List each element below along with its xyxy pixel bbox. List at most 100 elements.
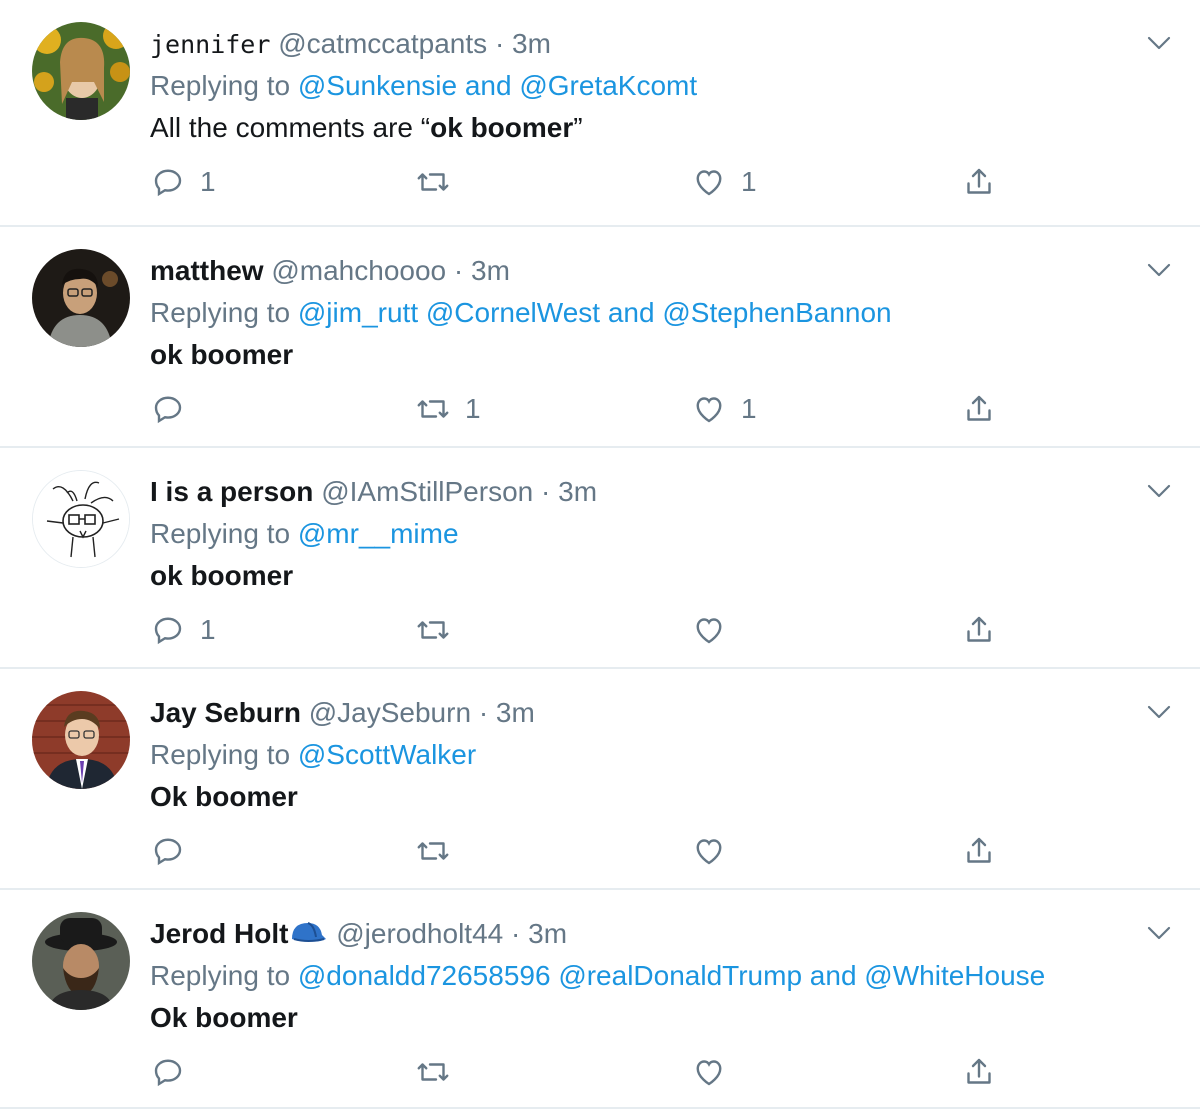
- reply-button[interactable]: [150, 389, 200, 429]
- chevron-down-icon[interactable]: [1146, 482, 1172, 500]
- mention-link[interactable]: @jim_rutt: [298, 297, 418, 328]
- chevron-down-icon[interactable]: [1146, 34, 1172, 52]
- display-name[interactable]: Jay Seburn: [150, 697, 301, 728]
- avatar[interactable]: [32, 470, 130, 568]
- tweet-feed: jennifer @catmccatpants · 3m Replying to…: [0, 0, 1200, 1114]
- reply-button[interactable]: [150, 831, 200, 871]
- replying-to-line: Replying to @mr__mime: [150, 516, 459, 552]
- reply-count: 1: [200, 614, 216, 645]
- like-count: 1: [741, 393, 757, 424]
- reply-icon: [154, 169, 182, 197]
- tweet-text: ok boomer: [150, 558, 293, 594]
- mention-link[interactable]: @WhiteHouse: [864, 960, 1045, 991]
- tweet[interactable]: jennifer @catmccatpants · 3m Replying to…: [0, 0, 1200, 225]
- user-handle[interactable]: @jerodholt44: [336, 918, 503, 949]
- like-button[interactable]: 1: [691, 389, 757, 429]
- user-handle[interactable]: @catmccatpants: [278, 28, 487, 59]
- share-icon: [967, 395, 991, 421]
- like-button[interactable]: [691, 1052, 741, 1092]
- timestamp[interactable]: 3m: [558, 476, 597, 507]
- display-name[interactable]: matthew: [150, 255, 264, 286]
- tweet-actions: [150, 1052, 1050, 1092]
- share-icon: [967, 1058, 991, 1084]
- tweet[interactable]: Jay Seburn @JaySeburn · 3m Replying to @…: [0, 667, 1200, 888]
- share-button[interactable]: [961, 389, 997, 429]
- like-button[interactable]: 1: [691, 162, 757, 202]
- user-handle[interactable]: @IAmStillPerson: [321, 476, 533, 507]
- share-button[interactable]: [961, 610, 997, 650]
- tweet[interactable]: matthew @mahchoooo · 3m Replying to @jim…: [0, 225, 1200, 446]
- retweet-icon: [417, 842, 449, 860]
- replying-to-line: Replying to @Sunkensie and @GretaKcomt: [150, 68, 697, 104]
- avatar[interactable]: [32, 912, 130, 1010]
- avatar-photo-icon: [32, 22, 130, 120]
- separator: ·: [478, 697, 489, 728]
- tweet[interactable]: I is a person @IAmStillPerson · 3m Reply…: [0, 446, 1200, 667]
- retweet-button[interactable]: [415, 1052, 465, 1092]
- avatar-photo-icon: [32, 249, 130, 347]
- share-button[interactable]: [961, 162, 997, 202]
- tweet-actions: 1: [150, 610, 1050, 650]
- separator: ·: [453, 255, 464, 286]
- retweet-button[interactable]: [415, 610, 465, 650]
- chevron-down-icon[interactable]: [1146, 261, 1172, 279]
- heart-icon: [696, 839, 722, 865]
- tweet-text-bold: ok boomer: [430, 112, 574, 143]
- heart-icon: [696, 618, 722, 644]
- tweet-header: I is a person @IAmStillPerson · 3m: [150, 474, 597, 510]
- retweet-button[interactable]: 1: [415, 389, 481, 429]
- mention-link[interactable]: @CornelWest: [426, 297, 600, 328]
- avatar[interactable]: [32, 249, 130, 347]
- reply-button[interactable]: 1: [150, 162, 216, 202]
- tweet-text: All the comments are “ok boomer”: [150, 110, 583, 146]
- user-handle[interactable]: @JaySeburn: [309, 697, 471, 728]
- tweet-header: Jerod Holt @jerodholt44 · 3m: [150, 916, 567, 952]
- display-name[interactable]: Jerod Holt: [150, 918, 288, 949]
- reply-button[interactable]: [150, 1052, 200, 1092]
- reply-icon: [154, 838, 182, 866]
- replying-to-label: Replying to: [150, 739, 291, 770]
- like-button[interactable]: [691, 610, 741, 650]
- share-button[interactable]: [961, 831, 997, 871]
- tweet-text-post: ”: [573, 112, 583, 143]
- mention-link[interactable]: @donaldd72658596: [298, 960, 551, 991]
- replying-to-line: Replying to @ScottWalker: [150, 737, 476, 773]
- tweet-text: ok boomer: [150, 337, 293, 373]
- mention-link[interactable]: @StephenBannon: [662, 297, 891, 328]
- retweet-icon: [417, 400, 449, 418]
- like-button[interactable]: [691, 831, 741, 871]
- timestamp[interactable]: 3m: [496, 697, 535, 728]
- reply-button[interactable]: 1: [150, 610, 216, 650]
- mention-link[interactable]: @realDonaldTrump: [558, 960, 802, 991]
- mention-link[interactable]: @ScottWalker: [298, 739, 476, 770]
- user-handle[interactable]: @mahchoooo: [271, 255, 446, 286]
- timestamp[interactable]: 3m: [471, 255, 510, 286]
- tweet-actions: [150, 831, 1050, 871]
- mention-link[interactable]: @Sunkensie: [298, 70, 457, 101]
- replying-to-label: Replying to: [150, 518, 291, 549]
- tweet[interactable]: Jerod Holt @jerodholt44 · 3m Replying to…: [0, 888, 1200, 1109]
- retweet-button[interactable]: [415, 162, 465, 202]
- mention-link[interactable]: @GretaKcomt: [519, 70, 697, 101]
- mention-connector: and: [607, 297, 655, 328]
- share-button[interactable]: [961, 1052, 997, 1092]
- share-icon: [967, 837, 991, 863]
- retweet-button[interactable]: [415, 831, 465, 871]
- replying-to-label: Replying to: [150, 70, 291, 101]
- mention-link[interactable]: @mr__mime: [298, 518, 459, 549]
- avatar-photo-icon: [32, 691, 130, 789]
- replying-to-label: Replying to: [150, 960, 291, 991]
- timestamp[interactable]: 3m: [528, 918, 567, 949]
- display-name[interactable]: jennifer: [150, 30, 270, 59]
- avatar-sketch-icon: [33, 471, 129, 567]
- mention-connector: and: [464, 70, 512, 101]
- timestamp[interactable]: 3m: [512, 28, 551, 59]
- tweet-text-bold: ok boomer: [150, 339, 294, 370]
- avatar[interactable]: [32, 691, 130, 789]
- chevron-down-icon[interactable]: [1146, 703, 1172, 721]
- chevron-down-icon[interactable]: [1146, 924, 1172, 942]
- avatar[interactable]: [32, 22, 130, 120]
- tweet-header: jennifer @catmccatpants · 3m: [150, 26, 551, 63]
- heart-icon: [696, 1060, 722, 1086]
- display-name[interactable]: I is a person: [150, 476, 313, 507]
